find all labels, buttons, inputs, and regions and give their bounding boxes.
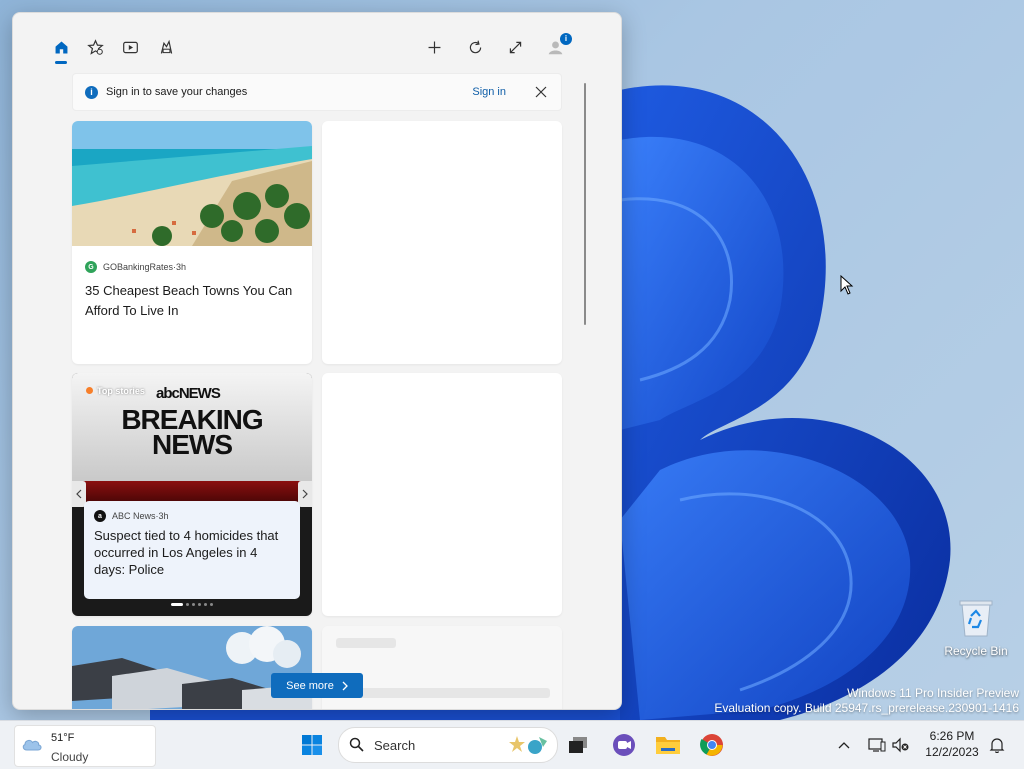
abc-logo: abcNEWS	[156, 385, 221, 402]
info-icon: i	[85, 85, 98, 99]
folder-icon	[656, 737, 680, 754]
news-carousel-card[interactable]: Top stories abcNEWS BREAKING NEWS a ABC …	[72, 373, 312, 616]
weather-widget-button[interactable]: 51°F Cloudy	[14, 725, 156, 767]
carousel-next-button[interactable]	[298, 481, 312, 507]
weather-temperature: 51°F	[51, 732, 75, 744]
notification-badge: i	[560, 33, 572, 45]
chrome-icon	[700, 734, 723, 756]
carousel-dot[interactable]	[210, 603, 213, 606]
star-icon[interactable]	[85, 37, 105, 57]
signin-banner: i Sign in to save your changes Sign in	[72, 73, 562, 111]
card-headline[interactable]: Suspect tied to 4 homicides that occurre…	[94, 527, 290, 578]
watermark-line: Evaluation copy. Build 25947.rs_prerelea…	[714, 701, 1019, 715]
signin-link[interactable]: Sign in	[472, 86, 506, 98]
search-placeholder: Search	[374, 738, 416, 753]
show-hidden-icons-button[interactable]	[829, 730, 859, 760]
game-icon[interactable]	[156, 37, 176, 57]
file-explorer-button[interactable]	[653, 730, 683, 760]
top-stories-tag: Top stories	[86, 386, 145, 396]
evaluation-watermark: Windows 11 Pro Insider Preview Evaluatio…	[714, 686, 1019, 716]
watermark-line: Windows 11 Pro Insider Preview	[847, 686, 1019, 700]
notifications-button[interactable]	[982, 730, 1012, 760]
add-icon[interactable]	[424, 37, 444, 57]
taskbar-clock[interactable]: 6:26 PM 12/2/2023	[922, 728, 982, 760]
recycle-bin-icon	[957, 598, 995, 638]
breaking-news-text: BREAKING NEWS	[121, 404, 263, 460]
chrome-button[interactable]	[697, 730, 727, 760]
breaking-news-image: Top stories abcNEWS BREAKING NEWS	[72, 373, 312, 481]
card-source: G GOBankingRates · 3h	[85, 261, 299, 273]
chevron-up-icon	[838, 742, 850, 749]
signin-message: Sign in to save your changes	[106, 86, 248, 98]
search-highlight-icon	[509, 736, 547, 754]
start-button[interactable]	[297, 730, 327, 760]
volume-button[interactable]	[886, 730, 916, 760]
widgets-panel: i i Sign in to save your changes Sign in	[12, 12, 622, 710]
carousel-dot[interactable]	[198, 603, 201, 606]
active-tab-indicator	[55, 61, 67, 64]
refresh-icon[interactable]	[465, 37, 485, 57]
bell-icon	[989, 738, 1005, 753]
card-headline[interactable]: 35 Cheapest Beach Towns You Can Afford T…	[85, 281, 299, 321]
source-time: 3h	[176, 262, 187, 272]
source-name: GOBankingRates	[103, 262, 174, 272]
source-logo-icon: G	[85, 261, 97, 273]
desktop-icon-recycle-bin[interactable]: Recycle Bin	[940, 598, 1012, 658]
home-icon[interactable]	[51, 37, 71, 57]
source-logo-icon: a	[94, 510, 106, 522]
play-icon[interactable]	[120, 37, 140, 57]
clock-time: 6:26 PM	[929, 729, 975, 743]
carousel-dot-active[interactable]	[171, 603, 183, 606]
expand-icon[interactable]	[505, 37, 525, 57]
task-view-button[interactable]	[563, 730, 593, 760]
cloud-icon	[22, 739, 42, 751]
teams-button[interactable]	[609, 730, 639, 760]
see-more-button[interactable]: See more	[271, 673, 363, 698]
card-source: a ABC News · 3h	[94, 510, 290, 522]
beach-image	[72, 121, 312, 246]
taskbar-search-box[interactable]: Search	[338, 727, 558, 763]
source-name: ABC News	[112, 511, 156, 521]
task-view-icon	[569, 737, 587, 753]
teams-chat-icon	[613, 734, 635, 756]
widgets-toolbar: i	[13, 13, 621, 73]
carousel-caption[interactable]: a ABC News · 3h Suspect tied to 4 homici…	[84, 501, 300, 599]
search-icon	[349, 737, 364, 752]
carousel-pagination	[72, 603, 312, 606]
clock-date: 12/2/2023	[925, 745, 979, 759]
volume-muted-icon	[892, 737, 909, 753]
scrollbar-thumb[interactable]	[584, 83, 586, 325]
carousel-dot[interactable]	[204, 603, 207, 606]
weather-condition: Cloudy	[51, 750, 89, 764]
taskbar: 51°F Cloudy Search 6:26 PM 12/2/2023	[0, 720, 1024, 769]
close-icon[interactable]	[534, 85, 548, 99]
mouse-cursor	[840, 275, 854, 295]
windows-logo-icon	[302, 735, 322, 755]
carousel-dot[interactable]	[192, 603, 195, 606]
network-icon	[868, 738, 886, 752]
news-card-placeholder	[322, 373, 562, 616]
news-card-placeholder	[322, 121, 562, 364]
desktop-icon-label: Recycle Bin	[944, 644, 1008, 658]
chevron-right-icon	[342, 681, 348, 690]
fire-icon	[86, 387, 93, 394]
carousel-dot[interactable]	[186, 603, 189, 606]
source-time: 3h	[158, 511, 169, 521]
news-card[interactable]: G GOBankingRates · 3h 35 Cheapest Beach …	[72, 121, 312, 364]
